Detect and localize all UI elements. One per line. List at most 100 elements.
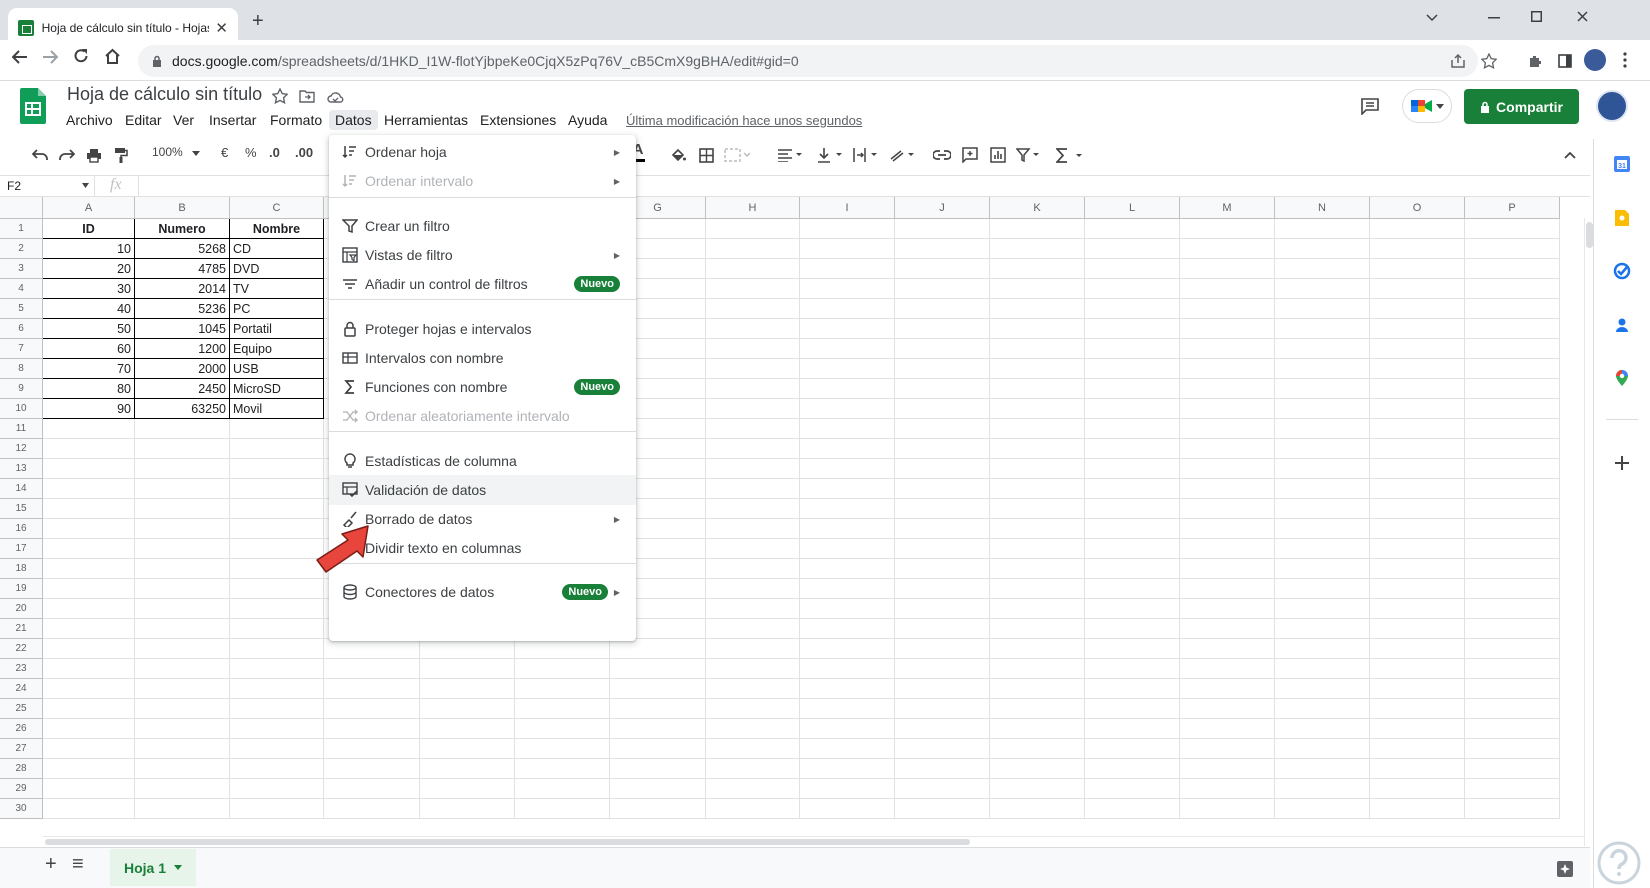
empty-cell[interactable] xyxy=(515,639,610,659)
empty-cell[interactable] xyxy=(43,659,135,679)
increase-decimals-button[interactable]: .00 xyxy=(295,145,313,160)
empty-cell[interactable] xyxy=(1370,519,1465,539)
empty-cell[interactable] xyxy=(990,799,1085,819)
empty-cell[interactable] xyxy=(1180,459,1275,479)
table-header-cell[interactable]: Nombre xyxy=(230,219,324,239)
empty-cell[interactable] xyxy=(135,619,230,639)
select-all-corner[interactable] xyxy=(0,197,43,219)
empty-cell[interactable] xyxy=(230,479,324,499)
empty-cell[interactable] xyxy=(1275,599,1370,619)
row-header-8[interactable]: 8 xyxy=(0,359,43,379)
empty-cell[interactable] xyxy=(1465,299,1560,319)
empty-cell[interactable] xyxy=(800,739,895,759)
vertical-scrollbar[interactable] xyxy=(1584,218,1593,846)
empty-cell[interactable] xyxy=(895,319,990,339)
meet-button[interactable] xyxy=(1402,89,1452,123)
empty-cell[interactable] xyxy=(1275,499,1370,519)
empty-cell[interactable] xyxy=(706,259,800,279)
empty-cell[interactable] xyxy=(1465,319,1560,339)
zoom-select[interactable]: 100% xyxy=(152,145,183,159)
empty-cell[interactable] xyxy=(1465,379,1560,399)
menu-archivo[interactable]: Archivo xyxy=(60,110,119,130)
empty-cell[interactable] xyxy=(1465,519,1560,539)
empty-cell[interactable] xyxy=(43,439,135,459)
extensions-icon[interactable] xyxy=(1525,51,1545,71)
empty-cell[interactable] xyxy=(1370,779,1465,799)
sheet-tab-dropdown-icon[interactable] xyxy=(174,865,182,870)
empty-cell[interactable] xyxy=(135,779,230,799)
column-header-i[interactable]: I xyxy=(800,197,895,219)
empty-cell[interactable] xyxy=(990,399,1085,419)
empty-cell[interactable] xyxy=(1085,359,1180,379)
merge-cells-icon[interactable] xyxy=(722,145,752,165)
empty-cell[interactable] xyxy=(515,779,610,799)
empty-cell[interactable] xyxy=(895,719,990,739)
menu-ayuda[interactable]: Ayuda xyxy=(562,110,613,130)
empty-cell[interactable] xyxy=(1275,239,1370,259)
empty-cell[interactable] xyxy=(990,719,1085,739)
empty-cell[interactable] xyxy=(135,579,230,599)
empty-cell[interactable] xyxy=(1465,259,1560,279)
empty-cell[interactable] xyxy=(1085,459,1180,479)
column-header-k[interactable]: K xyxy=(990,197,1085,219)
empty-cell[interactable] xyxy=(1465,439,1560,459)
empty-cell[interactable] xyxy=(706,579,800,599)
empty-cell[interactable] xyxy=(1180,539,1275,559)
sheets-logo-icon[interactable] xyxy=(20,88,46,124)
empty-cell[interactable] xyxy=(1370,679,1465,699)
empty-cell[interactable] xyxy=(1275,619,1370,639)
add-sheet-button[interactable]: + xyxy=(45,853,57,876)
empty-cell[interactable] xyxy=(800,759,895,779)
empty-cell[interactable] xyxy=(1275,299,1370,319)
empty-cell[interactable] xyxy=(706,719,800,739)
empty-cell[interactable] xyxy=(1085,539,1180,559)
menu-ver[interactable]: Ver xyxy=(167,110,200,130)
datos-menu-item-8[interactable]: Funciones con nombre Nuevo xyxy=(329,372,636,402)
empty-cell[interactable] xyxy=(895,779,990,799)
insert-chart-icon[interactable] xyxy=(988,145,1008,165)
row-header-3[interactable]: 3 xyxy=(0,259,43,279)
empty-cell[interactable] xyxy=(1370,799,1465,819)
empty-cell[interactable] xyxy=(706,479,800,499)
table-cell[interactable]: 5268 xyxy=(135,239,230,259)
empty-cell[interactable] xyxy=(895,539,990,559)
empty-cell[interactable] xyxy=(1275,419,1370,439)
empty-cell[interactable] xyxy=(1465,459,1560,479)
datos-menu-item-6[interactable]: Proteger hojas e intervalos xyxy=(329,314,636,344)
row-header-22[interactable]: 22 xyxy=(0,639,43,659)
empty-cell[interactable] xyxy=(1085,759,1180,779)
empty-cell[interactable] xyxy=(895,239,990,259)
comments-icon[interactable] xyxy=(1359,95,1381,117)
empty-cell[interactable] xyxy=(515,659,610,679)
column-header-b[interactable]: B xyxy=(135,197,230,219)
empty-cell[interactable] xyxy=(706,679,800,699)
star-icon[interactable] xyxy=(271,87,289,105)
table-cell[interactable]: TV xyxy=(230,279,324,299)
empty-cell[interactable] xyxy=(230,699,324,719)
empty-cell[interactable] xyxy=(1370,419,1465,439)
empty-cell[interactable] xyxy=(135,559,230,579)
empty-cell[interactable] xyxy=(1465,559,1560,579)
empty-cell[interactable] xyxy=(895,259,990,279)
empty-cell[interactable] xyxy=(1180,659,1275,679)
empty-cell[interactable] xyxy=(1370,299,1465,319)
empty-cell[interactable] xyxy=(895,339,990,359)
empty-cell[interactable] xyxy=(895,419,990,439)
row-header-16[interactable]: 16 xyxy=(0,519,43,539)
empty-cell[interactable] xyxy=(800,419,895,439)
empty-cell[interactable] xyxy=(43,699,135,719)
empty-cell[interactable] xyxy=(800,299,895,319)
empty-cell[interactable] xyxy=(1275,659,1370,679)
empty-cell[interactable] xyxy=(230,679,324,699)
empty-cell[interactable] xyxy=(1465,239,1560,259)
empty-cell[interactable] xyxy=(706,499,800,519)
table-cell[interactable]: Equipo xyxy=(230,339,324,359)
empty-cell[interactable] xyxy=(706,659,800,679)
empty-cell[interactable] xyxy=(43,639,135,659)
empty-cell[interactable] xyxy=(230,559,324,579)
empty-cell[interactable] xyxy=(1465,219,1560,239)
empty-cell[interactable] xyxy=(1085,739,1180,759)
table-cell[interactable]: 70 xyxy=(43,359,135,379)
empty-cell[interactable] xyxy=(895,659,990,679)
empty-cell[interactable] xyxy=(1275,219,1370,239)
